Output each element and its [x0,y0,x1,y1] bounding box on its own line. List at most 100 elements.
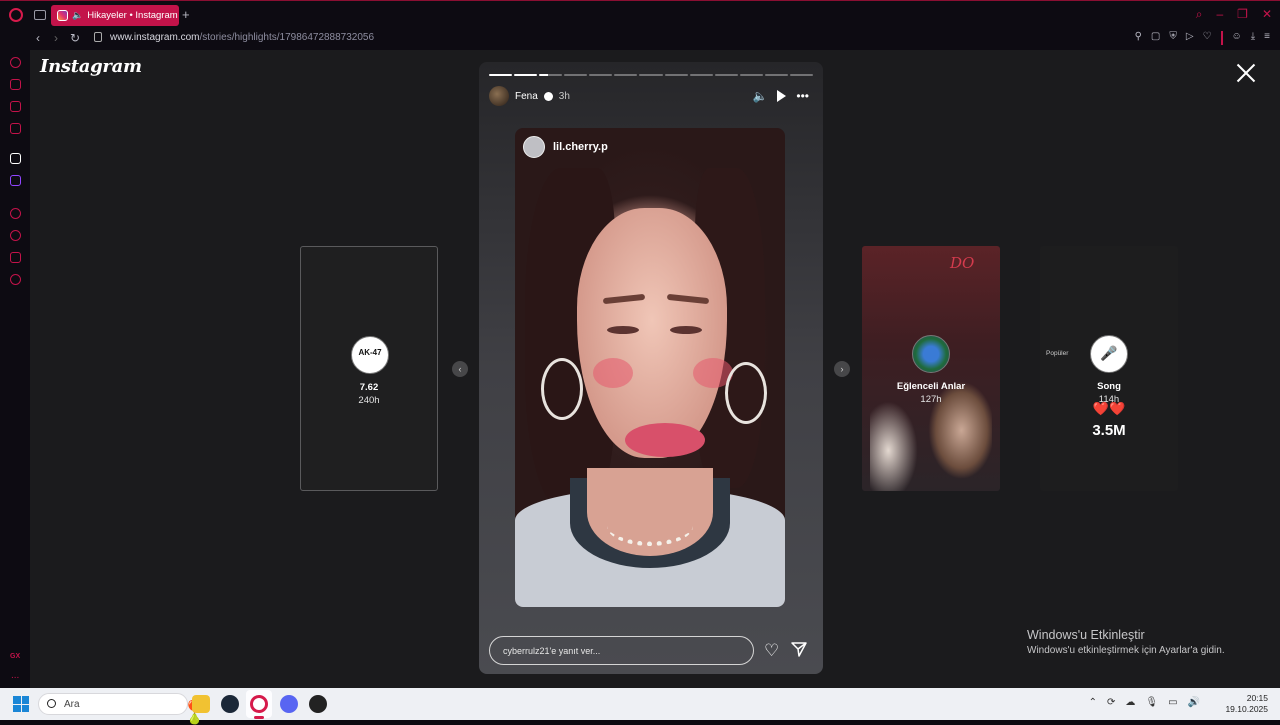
extensions-icon[interactable] [10,252,21,263]
opera-gx-icon[interactable] [250,695,268,713]
tray-sync-icon[interactable]: ⟳ [1107,697,1115,708]
toolbar-divider [1220,31,1223,45]
player-sidebar-icon[interactable] [10,208,21,219]
system-tray: ⌃ ⟳ ☁ 🎙 ▭ 🔊 [1089,697,1200,708]
highlight-avatar: 🎤 [1090,335,1128,373]
send-icon[interactable] [791,641,807,657]
discord-icon[interactable] [280,695,298,713]
progress-segment [789,74,814,76]
network-icon[interactable]: ▭ [1168,697,1177,708]
steam-icon[interactable] [221,695,239,713]
new-tab-button[interactable]: + [182,7,190,22]
progress-segment [714,74,738,76]
browser-tab-instagram[interactable]: 🔈 Hikayeler • Instagram [51,5,179,26]
media-earring [725,362,767,424]
settings-icon[interactable] [10,274,21,285]
cloud-icon[interactable]: ☁ [1125,697,1135,708]
highlight-avatar: AK-47 [351,336,389,374]
opera-gx-logo-icon[interactable] [9,8,23,22]
progress-segment [664,74,688,76]
toolbar-icons: ⚲ ▢ ⛨ ▷ ♡ ☺ ⤓ ≡ [1135,31,1270,45]
reload-icon[interactable]: ↻ [70,31,80,45]
mention-username: lil.cherry.p [553,141,608,153]
story-time: 3h [558,90,570,102]
story-header: Fena 3h [489,85,570,107]
story-avatar[interactable] [489,86,509,106]
next-story-button[interactable]: › [834,361,850,377]
highlight-preview-card[interactable]: Popüler 🎤 Song 114h ❤️❤️ 3.5M [1040,246,1178,491]
snapshot-icon[interactable]: ▢ [1151,31,1160,45]
media-eye [607,326,639,334]
windows-taskbar: Ara 🍎🍐 ⌃ ⟳ ☁ 🎙 ▭ 🔊 20:15 19.10.2025 [0,688,1280,725]
sidebar-more-icon[interactable]: ... [11,670,19,681]
search-tabs-icon[interactable]: ⌕ [1196,7,1203,22]
windows-start-icon[interactable] [13,696,29,712]
microphone-tray-icon[interactable]: 🎙 [1145,697,1158,708]
volume-icon[interactable]: 🔈 [752,89,767,103]
progress-segment [764,74,788,76]
menu-icon[interactable]: ≡ [1264,31,1270,45]
progress-segment [739,74,763,76]
history-icon[interactable] [10,230,21,241]
heart-icon[interactable]: ♡ [1203,31,1212,45]
like-heart-icon[interactable]: ♡ [764,641,779,661]
twitch-icon[interactable] [10,175,21,186]
more-options-icon[interactable]: ••• [796,89,809,103]
maximize-button[interactable]: ❐ [1237,7,1248,22]
media-earring [541,358,583,420]
story-username[interactable]: Fena [515,91,538,102]
media-lips [625,423,705,457]
back-icon[interactable]: ‹ [36,31,40,45]
highlight-preview-card[interactable]: AK-47 7.62 240h [300,246,438,491]
taskbar-search[interactable]: Ara 🍎🍐 [38,693,202,725]
microphone-icon: 🎤 [1100,345,1118,361]
tray-chevron-icon[interactable]: ⌃ [1089,697,1097,708]
highlight-name: 7.62 [359,382,379,393]
media-cheek [593,358,633,388]
active-story[interactable]: Fena 3h 🔈 ••• lil.cherry.p cyberrulz21'e… [479,62,823,674]
url-field[interactable]: www.instagram.com/stories/highlights/179… [110,32,374,43]
taskbar-clock[interactable]: 20:15 19.10.2025 [1225,693,1268,715]
profile-icon[interactable]: ☺ [1232,31,1242,45]
calendar-icon[interactable] [10,123,21,134]
play-icon[interactable] [777,90,787,102]
shield-icon[interactable]: ⛨ [1169,31,1177,45]
news-icon[interactable] [10,101,21,112]
app-icon[interactable] [309,695,327,713]
file-explorer-icon[interactable] [192,695,210,713]
browser-sidebar: GX ... [0,50,30,688]
gx-control-icon[interactable] [10,57,21,68]
story-media[interactable]: lil.cherry.p [515,128,785,607]
search-icon [47,699,56,708]
previous-story-button[interactable]: ‹ [452,361,468,377]
address-bar: ‹ › ↻ www.instagram.com/stories/highligh… [0,28,1280,50]
highlight-time: 127h [920,394,942,405]
highlight-time: 240h [358,395,380,406]
lock-icon[interactable] [94,32,102,42]
highlight-preview-card[interactable]: DO Eğlenceli Anlar 127h [862,246,1000,491]
active-app-indicator [254,716,264,719]
gx-corner-icon[interactable] [10,79,21,90]
url-path: /stories/highlights/17986472888732056 [199,32,375,43]
pin-icon[interactable]: ⚲ [1135,31,1142,45]
reply-input[interactable]: cyberrulz21'e yanıt ver... [489,636,754,665]
progress-segment [564,74,588,76]
aria-icon[interactable] [10,153,21,164]
media-eye [670,326,702,334]
player-icon[interactable]: ▷ [1186,31,1194,45]
instagram-logo[interactable]: Instagram [40,56,142,77]
tab-audio-icon[interactable]: 🔈 [72,10,83,21]
minimize-button[interactable]: – [1216,7,1223,22]
forward-icon[interactable]: › [54,31,58,45]
mention-sticker[interactable]: lil.cherry.p [523,136,608,158]
speaker-icon[interactable]: 🔊 [1188,697,1200,708]
verified-badge-icon [543,91,553,101]
tab-switcher-icon[interactable] [34,10,46,20]
highlight-badge-text: AK-47 [358,348,382,357]
close-viewer-button[interactable] [1236,63,1256,83]
window-controls: ⌕ – ❐ ✕ [1196,7,1272,22]
download-icon[interactable]: ⤓ [1251,31,1255,45]
activation-title: Windows'u Etkinleştir [1027,628,1145,642]
close-window-button[interactable]: ✕ [1262,7,1272,22]
story-progress-bar [489,74,814,76]
